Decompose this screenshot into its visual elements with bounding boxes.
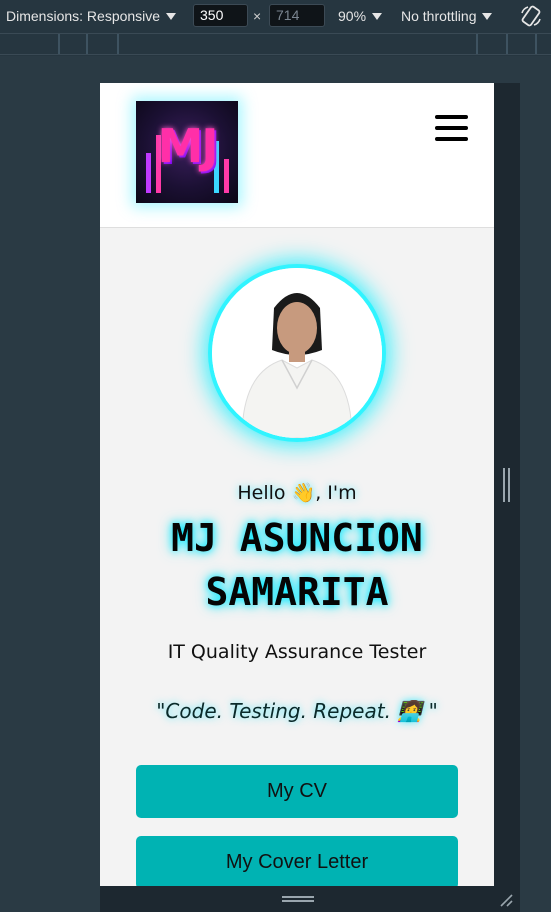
resize-handle-bottom[interactable] xyxy=(282,896,314,902)
logo-text: MJ xyxy=(157,119,219,173)
times-sign: × xyxy=(253,8,262,24)
throttling-label: No throttling xyxy=(401,8,477,24)
device-viewport: MJ Hello 👋, I'm MJ ASUNCION SAMARITA IT … xyxy=(100,83,494,888)
devtools-toolbar: Dimensions: Responsive 350 × 714 90% No … xyxy=(0,0,551,33)
dimensions-label: Dimensions: Responsive xyxy=(6,8,161,24)
chevron-down-icon xyxy=(482,12,493,20)
resize-handle-right[interactable] xyxy=(503,468,510,502)
media-query-ruler xyxy=(0,33,551,55)
width-input[interactable]: 350 xyxy=(193,4,248,27)
job-title: IT Quality Assurance Tester xyxy=(167,641,427,663)
chevron-down-icon xyxy=(372,12,383,20)
person-illustration xyxy=(212,268,382,438)
name-line-2: SAMARITA xyxy=(205,570,389,614)
greeting-text: Hello 👋, I'm xyxy=(237,482,357,504)
resize-corner-icon[interactable] xyxy=(498,892,514,908)
name-line-1: MJ ASUNCION xyxy=(171,516,423,560)
rotate-icon[interactable] xyxy=(519,4,543,28)
chevron-down-icon xyxy=(166,12,177,20)
profile-photo xyxy=(212,268,382,438)
zoom-dropdown[interactable]: 90% xyxy=(338,8,383,24)
my-cv-button[interactable]: My CV xyxy=(136,765,458,818)
throttling-dropdown[interactable]: No throttling xyxy=(401,8,493,24)
site-header: MJ xyxy=(100,83,494,228)
my-cover-letter-button[interactable]: My Cover Letter xyxy=(136,836,458,888)
site-logo[interactable]: MJ xyxy=(136,101,238,203)
hamburger-menu-icon[interactable] xyxy=(435,115,468,143)
zoom-label: 90% xyxy=(338,8,367,24)
height-input[interactable]: 714 xyxy=(269,4,325,27)
hero-name: MJ ASUNCION SAMARITA xyxy=(100,511,494,619)
dimensions-dropdown[interactable]: Dimensions: Responsive xyxy=(6,8,177,24)
tagline-quote: "Code. Testing. Repeat. 👩‍💻 " xyxy=(156,699,438,723)
